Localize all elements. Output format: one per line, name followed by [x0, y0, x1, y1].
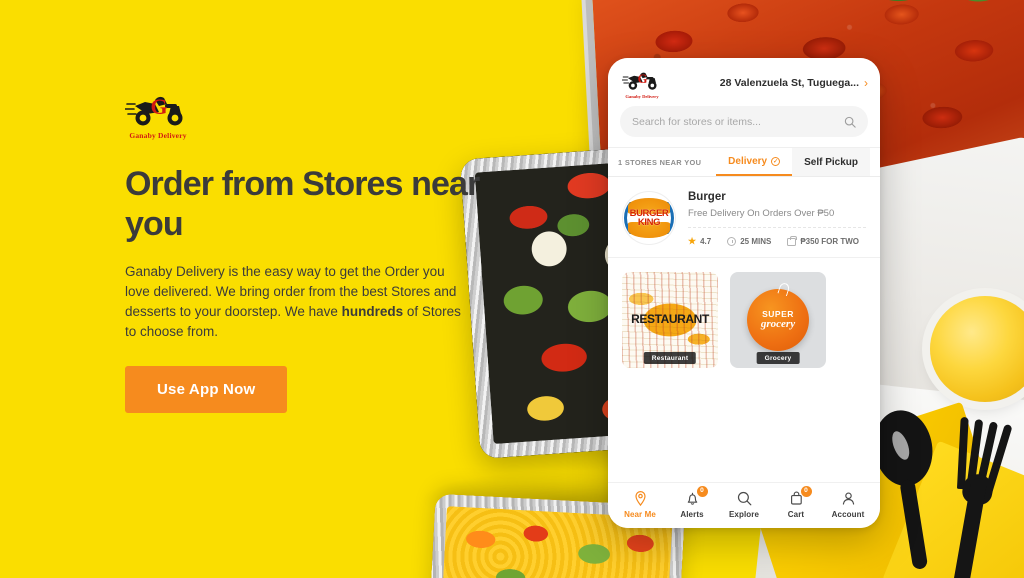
nav-item-account[interactable]: Account: [823, 490, 873, 519]
hero-content: G Ganaby Delivery Order from Stores near…: [124, 92, 485, 413]
category-tile-grocery-label: Grocery: [756, 352, 800, 364]
delivery-address-selector[interactable]: 28 Valenzuela St, Tuguega... ›: [670, 77, 868, 89]
shopping-bag-icon: [787, 236, 798, 246]
phone-app-mockup: G Ganaby Delivery 28 Valenzuela St, Tugu…: [608, 58, 880, 528]
category-tile-restaurant[interactable]: RESTAURANT Restaurant: [622, 272, 718, 368]
store-offer-text: Free Delivery On Orders Over ₱50: [688, 208, 866, 228]
store-delivery-time: 25 MINS: [727, 237, 771, 246]
tab-delivery-label: Delivery: [728, 156, 768, 167]
grocery-badge-stem-icon: [777, 281, 791, 297]
app-brand-logo[interactable]: G Ganaby Delivery: [621, 68, 662, 99]
user-icon: [840, 490, 857, 507]
restaurant-tile-word: RESTAURANT: [631, 312, 709, 327]
tab-self-pickup-label: Self Pickup: [804, 157, 858, 168]
nav-item-cart-label: Cart: [787, 510, 805, 519]
store-rating: ★ 4.7: [688, 236, 711, 247]
location-pin-icon: [632, 490, 649, 507]
delivery-address-text: 28 Valenzuela St, Tuguega...: [719, 77, 859, 89]
store-list-item-burger[interactable]: BURGER KING Burger Free Delivery On Orde…: [608, 177, 880, 258]
page-title: Order from Stores near you: [125, 165, 480, 243]
store-rating-value: 4.7: [700, 237, 712, 246]
brand-logo[interactable]: G Ganaby Delivery: [124, 92, 191, 140]
alerts-badge: 0: [696, 486, 708, 497]
svg-text:G: G: [150, 94, 167, 119]
bell-icon: 0: [684, 486, 708, 507]
scooter-delivery-logo-icon: G: [621, 72, 657, 90]
grocery-tile-word-2: grocery: [760, 318, 796, 330]
shopping-bag-icon: 0: [788, 486, 812, 507]
search-icon: [736, 490, 753, 507]
nav-item-near-me[interactable]: Near Me: [615, 490, 665, 519]
cart-badge: 0: [800, 486, 812, 497]
landing-page-hero: G Ganaby Delivery Order from Stores near…: [0, 0, 1024, 578]
store-name: Burger: [688, 191, 726, 203]
nav-item-alerts[interactable]: 0 Alerts: [667, 486, 717, 519]
delivery-mode-tabs: 1 STORES NEAR YOU Delivery ✓ Self Pickup: [608, 147, 880, 177]
store-meta-row: ★ 4.7 25 MINS ₱350 FOR TWO: [688, 228, 866, 247]
nav-item-alerts-label: Alerts: [680, 510, 704, 519]
store-delivery-time-value: 25 MINS: [740, 237, 772, 246]
app-header: G Ganaby Delivery 28 Valenzuela St, Tugu…: [608, 58, 880, 106]
nav-item-cart[interactable]: 0 Cart: [771, 486, 821, 519]
search-icon: [844, 116, 856, 128]
tab-delivery[interactable]: Delivery ✓: [716, 148, 793, 176]
store-price-for-two: ₱350 FOR TWO: [787, 236, 860, 246]
category-tiles: RESTAURANT Restaurant SUPER grocery Groc…: [608, 258, 880, 382]
app-brand-logo-text: Ganaby Delivery: [625, 94, 659, 99]
chevron-right-icon: ›: [864, 76, 868, 90]
store-price-value: ₱350 FOR TWO: [800, 237, 860, 246]
clock-icon: [727, 237, 737, 246]
tab-self-pickup[interactable]: Self Pickup: [792, 148, 870, 176]
nav-item-explore-label: Explore: [728, 510, 760, 519]
star-icon: ★: [688, 236, 697, 246]
use-app-now-button[interactable]: Use App Now: [125, 366, 288, 413]
grocery-tile-artwork: SUPER grocery: [747, 281, 809, 351]
nav-item-account-label: Account: [831, 510, 865, 519]
nav-item-near-me-label: Near Me: [624, 510, 656, 519]
category-tile-grocery[interactable]: SUPER grocery Grocery: [730, 272, 826, 368]
brand-logo-text: Ganaby Delivery: [129, 131, 187, 140]
burger-king-logo-icon: BURGER KING: [622, 191, 676, 245]
hero-description: Ganaby Delivery is the easy way to get t…: [125, 262, 473, 342]
search-input[interactable]: [632, 115, 844, 128]
bottom-navigation-bar: Near Me 0 Alerts Explore 0 Cart Account: [608, 482, 880, 528]
app-content: BURGER KING Burger Free Delivery On Orde…: [608, 177, 880, 482]
scooter-delivery-logo-icon: G: [124, 94, 183, 126]
search-bar[interactable]: [620, 106, 868, 137]
hero-description-bold: hundreds: [341, 304, 404, 319]
nav-item-explore[interactable]: Explore: [719, 490, 769, 519]
svg-text:G: G: [638, 72, 648, 86]
stores-near-you-count: 1 STORES NEAR YOU: [618, 157, 702, 167]
bk-logo-line2: KING: [637, 217, 661, 228]
category-tile-restaurant-label: Restaurant: [643, 352, 697, 364]
check-icon: ✓: [771, 157, 781, 166]
